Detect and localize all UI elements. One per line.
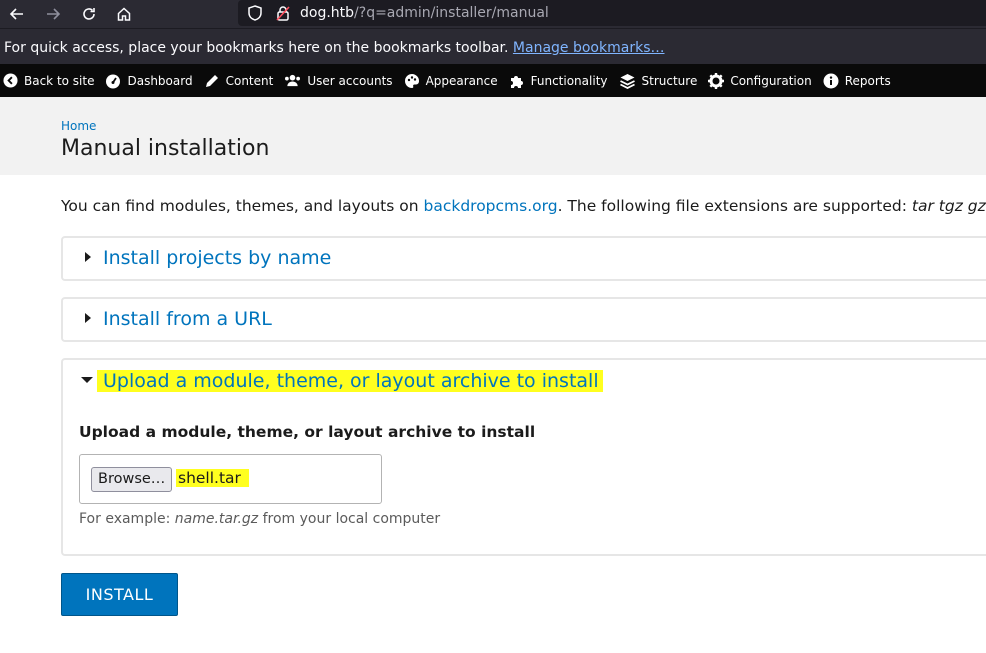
supported-extensions: tar tgz gz bz2	[911, 197, 986, 215]
upload-archive-toggle[interactable]: Upload a module, theme, or layout archiv…	[97, 370, 603, 392]
upload-description: For example: name.tar.gz from your local…	[79, 511, 440, 527]
admin-toolbar: Back to site Dashboard Content User acco…	[0, 64, 986, 97]
manage-bookmarks-link[interactable]: Manage bookmarks…	[513, 40, 665, 56]
url-host: dog.htb	[300, 5, 355, 21]
caret-right-icon	[85, 313, 91, 323]
install-from-url-toggle[interactable]: Install from a URL	[103, 308, 272, 330]
puzzle-icon	[510, 75, 523, 88]
admin-item-appearance[interactable]: Appearance	[401, 64, 506, 97]
admin-item-functionality[interactable]: Functionality	[506, 64, 616, 97]
admin-item-dashboard[interactable]: Dashboard	[102, 64, 200, 97]
intro-prefix: You can find modules, themes, and layout…	[61, 197, 424, 215]
url-field[interactable]: dog.htb/?q=admin/installer/manual	[238, 0, 986, 26]
home-button[interactable]	[112, 2, 136, 26]
pencil-icon	[205, 74, 218, 87]
forward-button[interactable]	[41, 2, 65, 26]
desc-suffix: from your local computer	[258, 511, 441, 527]
admin-item-back-to-site[interactable]: Back to site	[0, 64, 102, 97]
upload-field-label: Upload a module, theme, or layout archiv…	[79, 423, 536, 441]
palette-icon	[404, 73, 419, 88]
admin-item-label: Back to site	[24, 73, 95, 88]
arrow-right-icon	[47, 8, 61, 20]
desc-prefix: For example:	[79, 511, 175, 527]
browse-button[interactable]: Browse…	[91, 467, 173, 492]
desc-example: name.tar.gz	[174, 511, 259, 527]
admin-item-configuration[interactable]: Configuration	[705, 64, 819, 97]
install-by-name-toggle[interactable]: Install projects by name	[103, 247, 331, 269]
install-button[interactable]: INSTALL	[61, 573, 178, 616]
layers-icon	[619, 73, 635, 89]
intro-middle: . The following file extensions are supp…	[557, 197, 912, 215]
browser-toolbar: dog.htb/?q=admin/installer/manual	[0, 0, 986, 28]
page-title: Manual installation	[61, 136, 270, 161]
file-upload-input[interactable]: Browse… shell.tar	[79, 454, 382, 504]
admin-item-label: Functionality	[530, 73, 608, 88]
fieldset-install-by-name: Install projects by name	[61, 236, 986, 281]
admin-item-label: Configuration	[730, 73, 812, 88]
arrow-left-icon	[9, 8, 23, 20]
page-header: Home Manual installation	[0, 97, 986, 175]
admin-item-label: Appearance	[425, 73, 498, 88]
intro-text: You can find modules, themes, and layout…	[61, 197, 986, 215]
admin-item-label: User accounts	[307, 73, 393, 88]
admin-item-label: Dashboard	[127, 73, 193, 88]
home-icon	[117, 7, 131, 21]
bookmarks-toolbar: For quick access, place your bookmarks h…	[0, 28, 986, 64]
caret-down-icon	[81, 377, 93, 383]
bookmarks-hint: For quick access, place your bookmarks h…	[4, 40, 509, 56]
info-icon	[823, 73, 839, 88]
url-text: dog.htb/?q=admin/installer/manual	[300, 4, 549, 22]
reload-icon	[83, 8, 95, 20]
admin-item-label: Reports	[844, 73, 891, 88]
caret-right-icon	[85, 252, 91, 262]
lock-icon	[276, 6, 290, 21]
admin-item-label: Structure	[641, 73, 698, 88]
admin-item-user-accounts[interactable]: User accounts	[281, 64, 400, 97]
admin-item-structure[interactable]: Structure	[616, 64, 706, 97]
dashboard-icon	[106, 74, 121, 88]
back-button[interactable]	[5, 2, 29, 26]
back-circle-icon	[3, 73, 18, 88]
admin-item-reports[interactable]: Reports	[820, 64, 899, 97]
selected-file-name: shell.tar	[176, 469, 249, 487]
fieldset-upload-archive: Upload a module, theme, or layout archiv…	[61, 358, 986, 556]
admin-item-content[interactable]: Content	[201, 64, 282, 97]
admin-item-label: Content	[225, 73, 274, 88]
gear-icon	[708, 72, 725, 89]
breadcrumb-home[interactable]: Home	[61, 119, 96, 133]
reload-button[interactable]	[77, 2, 101, 26]
backdropcms-link[interactable]: backdropcms.org	[423, 197, 557, 215]
url-path: /?q=admin/installer/manual	[354, 5, 549, 21]
shield-icon	[248, 5, 262, 21]
fieldset-install-from-url: Install from a URL	[61, 297, 986, 342]
users-icon	[285, 74, 301, 87]
